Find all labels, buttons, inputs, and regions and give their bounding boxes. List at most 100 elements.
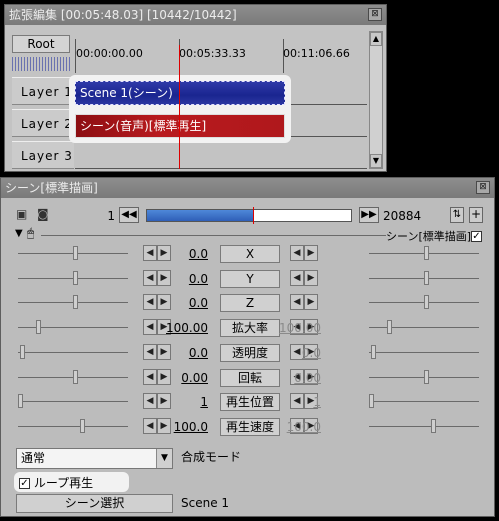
right-slider-thumb[interactable]: [371, 344, 377, 359]
left-slider-thumb[interactable]: [18, 394, 24, 409]
add-filter-icon[interactable]: +: [469, 207, 483, 223]
param-name-button[interactable]: 透明度: [220, 343, 280, 362]
param-name-button[interactable]: 回転: [220, 368, 280, 387]
time-ruler[interactable]: 00:00:00.00 00:05:33.33 00:11:06.66: [75, 31, 367, 73]
layer-label-3[interactable]: Layer 3: [12, 141, 74, 169]
loop-label: ループ再生: [33, 476, 94, 490]
param-value-end[interactable]: 0.0: [277, 346, 321, 360]
loop-checkbox[interactable]: ✓ ループ再生: [19, 474, 93, 491]
left-slider-thumb[interactable]: [73, 246, 79, 260]
param-name-button[interactable]: 拡大率: [220, 319, 280, 338]
right-slider-track[interactable]: [369, 401, 479, 403]
left-slider-thumb[interactable]: [73, 295, 79, 310]
param-value-start[interactable]: 0.00: [164, 371, 208, 385]
decrement-icon[interactable]: ◀: [290, 294, 304, 311]
right-slider-thumb[interactable]: [430, 418, 436, 433]
decrement-icon[interactable]: ◀: [290, 245, 304, 261]
zoom-bar[interactable]: [12, 57, 70, 71]
left-slider-thumb[interactable]: [73, 369, 79, 384]
playhead[interactable]: [179, 45, 180, 169]
param-value-start[interactable]: 100.0: [164, 420, 208, 434]
right-slider-thumb[interactable]: [424, 295, 430, 310]
param-value-start[interactable]: 0.0: [164, 272, 208, 286]
left-slider-track[interactable]: [18, 425, 128, 427]
decrement-icon[interactable]: ◀: [143, 245, 157, 261]
right-slider-thumb[interactable]: [424, 270, 430, 285]
blend-mode-value: 通常: [21, 451, 46, 465]
effect-divider: [41, 235, 386, 236]
decrement-icon[interactable]: ◀: [143, 417, 157, 434]
decrement-icon[interactable]: ◀: [143, 269, 157, 286]
increment-icon[interactable]: ▶: [304, 245, 318, 261]
left-slider-thumb[interactable]: [79, 418, 85, 433]
left-slider-thumb[interactable]: [73, 270, 79, 285]
layer-track-3[interactable]: [75, 141, 367, 169]
param-value-start[interactable]: 100.00: [164, 321, 208, 335]
right-slider-track[interactable]: [369, 327, 479, 329]
ruler-time: 00:05:33.33: [179, 47, 246, 60]
layer-label-2[interactable]: Layer 2: [12, 109, 74, 137]
left-slider-track[interactable]: [18, 351, 128, 353]
image-icon[interactable]: ▣: [16, 208, 30, 222]
param-name-button[interactable]: 再生速度: [220, 417, 280, 436]
effect-checkbox[interactable]: ✓: [471, 229, 482, 243]
right-slider-track[interactable]: [369, 425, 479, 427]
decrement-icon[interactable]: ◀: [290, 269, 304, 286]
timeline-window: 拡張編集 [00:05:48.03] [10442/10442] ⊠ Root …: [4, 4, 387, 172]
collapse-icon[interactable]: ▼: [15, 228, 23, 239]
audio-clip[interactable]: シーン(音声)[標準再生]: [75, 114, 285, 138]
right-slider-track[interactable]: [369, 351, 479, 353]
param-value-end[interactable]: 100.00: [277, 321, 321, 335]
right-slider-thumb[interactable]: [424, 246, 430, 260]
next-frame-icon[interactable]: ▶▶: [359, 207, 379, 223]
scroll-up-icon[interactable]: ▲: [370, 32, 382, 46]
frame-end: 20884: [383, 209, 422, 223]
frame-nav: ▣ ◙ 1 ◀◀ ▶▶ 20884 ⇅ +: [1, 207, 494, 227]
scroll-down-icon[interactable]: ▼: [370, 154, 382, 168]
right-slider-thumb[interactable]: [386, 320, 392, 335]
param-value-start[interactable]: 0.0: [164, 296, 208, 310]
link-icon[interactable]: ⇅: [450, 207, 464, 223]
scene-clip[interactable]: Scene 1(シーン): [75, 81, 285, 105]
close-icon[interactable]: ⊠: [476, 181, 490, 194]
param-name-button[interactable]: Y: [220, 269, 280, 288]
vertical-scrollbar[interactable]: ▲ ▼: [369, 31, 383, 169]
decrement-icon[interactable]: ◀: [143, 319, 157, 336]
param-name-button[interactable]: Z: [220, 294, 280, 313]
chevron-down-icon[interactable]: ▼: [156, 449, 172, 468]
param-value-start[interactable]: 0.0: [164, 346, 208, 360]
frame-start: 1: [107, 209, 115, 223]
scene-value: Scene 1: [181, 496, 230, 510]
seek-marker[interactable]: [253, 207, 255, 224]
left-slider-track[interactable]: [18, 401, 128, 403]
param-value-end[interactable]: 100.0: [277, 420, 321, 434]
close-icon[interactable]: ⊠: [368, 8, 382, 21]
param-value-start[interactable]: 0.0: [164, 247, 208, 261]
object-title: シーン[標準描画]: [1, 178, 494, 198]
left-slider-thumb[interactable]: [35, 320, 41, 335]
decrement-icon[interactable]: ◀: [143, 393, 157, 410]
param-name-button[interactable]: 再生位置: [220, 393, 280, 412]
param-name-button[interactable]: X: [220, 245, 280, 263]
root-button[interactable]: Root: [12, 35, 70, 53]
scene-select-button[interactable]: シーン選択: [16, 494, 173, 513]
prev-frame-icon[interactable]: ◀◀: [119, 207, 139, 223]
left-slider-track[interactable]: [18, 327, 128, 329]
increment-icon[interactable]: ▶: [304, 269, 318, 286]
blend-mode-select[interactable]: 通常 ▼: [16, 448, 173, 469]
param-value-end[interactable]: 1: [277, 395, 321, 409]
param-value-end[interactable]: 0.00: [277, 371, 321, 385]
increment-icon[interactable]: ▶: [304, 294, 318, 311]
decrement-icon[interactable]: ◀: [143, 343, 157, 360]
decrement-icon[interactable]: ◀: [143, 294, 157, 311]
right-slider-thumb[interactable]: [369, 394, 375, 409]
loop-check-icon: ✓: [19, 478, 30, 489]
right-slider-thumb[interactable]: [424, 369, 430, 384]
seek-bar[interactable]: [146, 207, 352, 224]
effect-label: シーン[標準描画]: [386, 230, 472, 243]
param-value-start[interactable]: 1: [164, 395, 208, 409]
left-slider-thumb[interactable]: [20, 344, 26, 359]
camera-icon[interactable]: ◙: [37, 208, 51, 222]
layer-label-1[interactable]: Layer 1: [12, 77, 74, 105]
decrement-icon[interactable]: ◀: [143, 368, 157, 385]
